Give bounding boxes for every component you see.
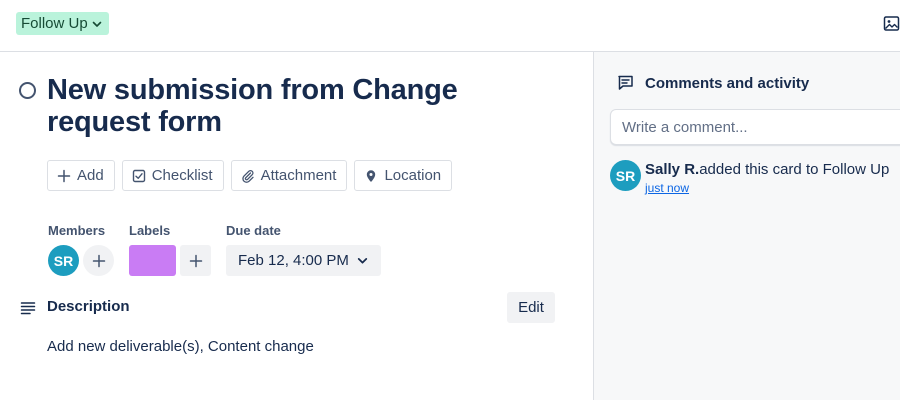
- add-member-button[interactable]: [83, 245, 114, 276]
- labels-label: Labels: [129, 223, 171, 238]
- card-actions: Add Checklist Attachment Location: [47, 160, 453, 191]
- location-button-label: Location: [384, 167, 442, 184]
- comment-input[interactable]: [610, 109, 900, 145]
- checkbox-icon: [132, 169, 145, 182]
- avatar-initials: SR: [615, 167, 636, 184]
- attachment-button-label: Attachment: [260, 167, 337, 184]
- plus-icon: [57, 169, 71, 182]
- comment-icon: [618, 75, 633, 90]
- chevron-down-icon: [357, 258, 368, 264]
- activity-item: Sally R.added this card to Follow Up: [645, 161, 889, 178]
- comments-panel: Comments and activity SR Sally R.added t…: [594, 52, 900, 400]
- comments-heading: Comments and activity: [645, 75, 810, 92]
- checklist-button-label: Checklist: [151, 167, 213, 184]
- card-main-panel: New submission from Change request form …: [0, 52, 594, 400]
- members-label: Members: [48, 223, 106, 238]
- list-selector-button[interactable]: Follow Up: [16, 12, 109, 35]
- label-chip[interactable]: [129, 245, 176, 276]
- edit-button-label: Edit: [518, 299, 544, 316]
- location-button[interactable]: Location: [354, 160, 453, 191]
- activity-timestamp-link[interactable]: just now: [645, 181, 689, 195]
- edit-description-button[interactable]: Edit: [507, 292, 555, 323]
- avatar-initials: SR: [53, 252, 74, 269]
- description-lines-icon: [20, 302, 36, 315]
- due-date-label: Due date: [226, 223, 281, 238]
- due-date-button[interactable]: Feb 12, 4:00 PM: [226, 245, 381, 276]
- location-pin-icon: [367, 169, 376, 182]
- add-label-button[interactable]: [180, 245, 211, 276]
- card-header: Follow Up: [0, 0, 900, 52]
- activity-user[interactable]: Sally R.: [645, 161, 699, 178]
- add-button[interactable]: Add: [47, 160, 115, 191]
- checklist-button[interactable]: Checklist: [121, 160, 224, 191]
- list-name: Follow Up: [21, 15, 88, 32]
- add-button-label: Add: [77, 167, 104, 184]
- description-text[interactable]: Add new deliverable(s), Content change: [47, 338, 314, 355]
- plus-icon: [92, 254, 105, 267]
- plus-icon: [189, 254, 202, 267]
- due-date-value: Feb 12, 4:00 PM: [238, 252, 349, 269]
- avatar[interactable]: SR: [610, 160, 641, 191]
- description-heading: Description: [47, 298, 130, 315]
- paperclip-icon: [241, 169, 254, 183]
- avatar[interactable]: SR: [48, 245, 79, 276]
- chevron-down-icon: [92, 21, 101, 27]
- mark-complete-circle[interactable]: [19, 82, 36, 99]
- attachment-button[interactable]: Attachment: [230, 160, 348, 191]
- card-title[interactable]: New submission from Change request form: [47, 74, 567, 138]
- activity-action: added this card to Follow Up: [699, 161, 890, 178]
- image-icon[interactable]: [883, 15, 900, 32]
